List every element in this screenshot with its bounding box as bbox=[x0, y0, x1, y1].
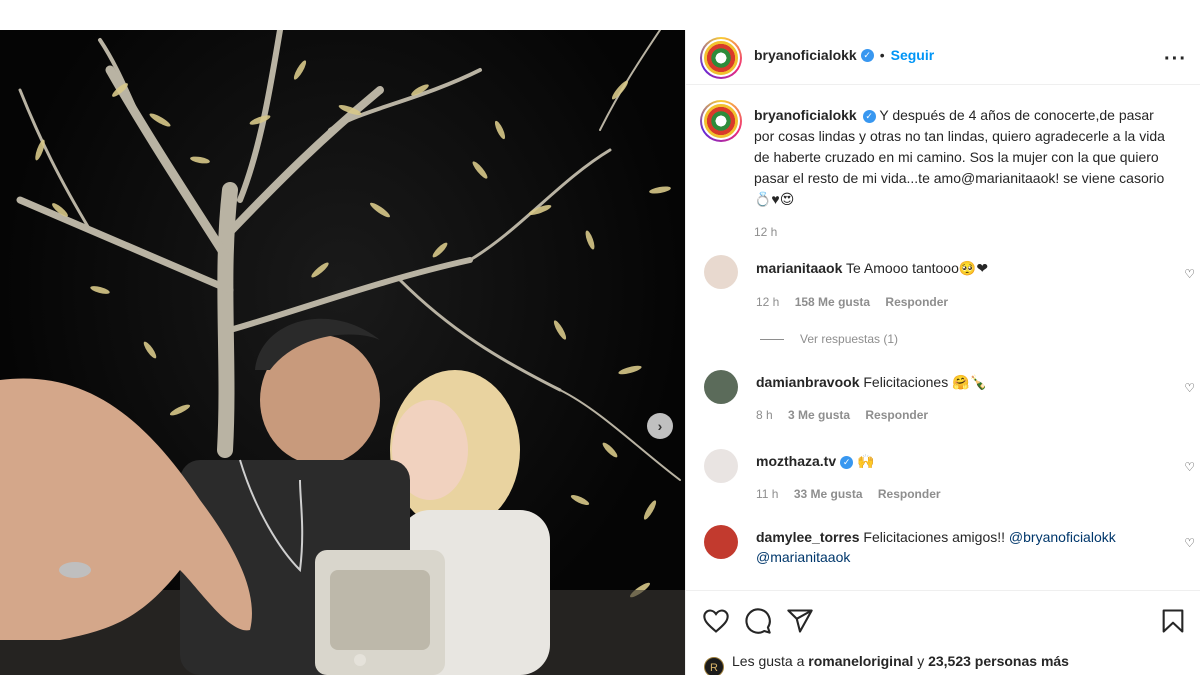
caption-time[interactable]: 12 h bbox=[754, 222, 1174, 243]
share-send-icon[interactable] bbox=[786, 607, 814, 635]
commenter-username[interactable]: mozthaza.tv bbox=[756, 453, 836, 469]
comment-bubble-icon[interactable] bbox=[744, 607, 772, 635]
like-heart-icon[interactable] bbox=[702, 607, 730, 635]
next-photo-button[interactable]: › bbox=[647, 413, 673, 439]
post-photo[interactable]: › bbox=[0, 30, 685, 675]
separator-dot: • bbox=[879, 47, 885, 63]
like-comment-heart-icon[interactable]: ♡ bbox=[1184, 267, 1195, 281]
author-username[interactable]: bryanoficialokk bbox=[754, 47, 857, 63]
commenter-avatar[interactable] bbox=[704, 449, 738, 483]
post-details-panel: bryanoficialokk ✓ • Seguir ··· bryanoficial… bbox=[685, 30, 1200, 675]
commenter-username[interactable]: damylee_torres bbox=[756, 529, 860, 545]
comment-text: Te Amooo tantooo bbox=[846, 260, 959, 276]
comment-text: Felicitaciones bbox=[863, 374, 949, 390]
reply-button[interactable]: Responder bbox=[878, 487, 941, 501]
comment-likes[interactable]: 33 Me gusta bbox=[794, 487, 863, 501]
comment-likes[interactable]: 158 Me gusta bbox=[795, 295, 870, 309]
follow-button[interactable]: Seguir bbox=[891, 47, 935, 63]
verified-badge-icon: ✓ bbox=[840, 455, 854, 469]
caption-username[interactable]: bryanoficialokk bbox=[754, 107, 857, 123]
likes-prefix: Les gusta a bbox=[732, 653, 805, 669]
comment-emojis: 🙌 bbox=[857, 453, 875, 469]
instagram-post-page: › bryanoficialokk ✓ • Seguir ··· bryanofici… bbox=[0, 0, 1200, 675]
likes-summary: R Les gusta a romaneloriginal y 23,523 pe… bbox=[704, 653, 1069, 675]
commenter-username[interactable]: damianbravook bbox=[756, 374, 859, 390]
comment-body: damianbravook Felicitaciones 🤗🍾 bbox=[756, 372, 1156, 392]
liker-avatar[interactable]: R bbox=[704, 657, 724, 675]
reply-button[interactable]: Responder bbox=[885, 295, 948, 309]
comment-emojis: 🥺❤ bbox=[958, 260, 989, 276]
comment-meta: 11 h 33 Me gusta Responder bbox=[756, 487, 953, 501]
more-options-icon[interactable]: ··· bbox=[1164, 48, 1187, 71]
verified-badge-icon: ✓ bbox=[862, 109, 876, 123]
view-replies-label: Ver respuestas (1) bbox=[800, 332, 899, 346]
comment-mention[interactable]: @bryanoficialokk bbox=[1009, 529, 1116, 545]
likes-count[interactable]: 23,523 personas más bbox=[928, 653, 1069, 669]
commenter-avatar[interactable] bbox=[704, 255, 738, 289]
comment-body: mozthaza.tv ✓ 🙌 bbox=[756, 451, 1156, 471]
post-header: bryanoficialokk ✓ • Seguir ··· bbox=[686, 30, 1200, 85]
like-comment-heart-icon[interactable]: ♡ bbox=[1184, 536, 1195, 550]
liker-username[interactable]: romaneloriginal bbox=[808, 653, 913, 669]
like-comment-heart-icon[interactable]: ♡ bbox=[1184, 381, 1195, 395]
like-comment-heart-icon[interactable]: ♡ bbox=[1184, 460, 1195, 474]
comment-time[interactable]: 12 h bbox=[756, 295, 779, 309]
comment-time[interactable]: 11 h bbox=[756, 487, 778, 501]
post-actions-bar: R Les gusta a romaneloriginal y 23,523 pe… bbox=[686, 590, 1200, 675]
caption-emojis: 💍♥😍 bbox=[754, 191, 795, 207]
verified-badge-icon: ✓ bbox=[860, 49, 874, 63]
comment-body: damylee_torres Felicitaciones amigos!! @… bbox=[756, 527, 1156, 567]
comment-text: Felicitaciones amigos!! bbox=[863, 529, 1006, 545]
replies-line bbox=[760, 339, 784, 341]
save-bookmark-icon[interactable] bbox=[1159, 607, 1187, 635]
comment-mention[interactable]: @marianitaaok bbox=[756, 549, 850, 565]
comment-likes[interactable]: 3 Me gusta bbox=[788, 408, 850, 422]
comment-body: marianitaaok Te Amooo tantooo🥺❤ bbox=[756, 258, 1156, 278]
comment-meta: 8 h 3 Me gusta Responder bbox=[756, 408, 940, 422]
reply-button[interactable]: Responder bbox=[865, 408, 928, 422]
caption-author-avatar[interactable] bbox=[700, 100, 742, 142]
photo-illustration bbox=[0, 30, 685, 675]
comment-time[interactable]: 8 h bbox=[756, 408, 773, 422]
post-caption: bryanoficialokk ✓ Y después de 4 años de … bbox=[754, 105, 1174, 243]
comment-meta: 12 h 158 Me gusta Responder bbox=[756, 295, 960, 309]
likes-middle: y bbox=[917, 653, 925, 669]
commenter-username[interactable]: marianitaaok bbox=[756, 260, 842, 276]
commenter-avatar[interactable] bbox=[704, 370, 738, 404]
author-avatar[interactable] bbox=[700, 37, 742, 79]
comment-emojis: 🤗🍾 bbox=[952, 374, 987, 390]
view-replies-button[interactable]: Ver respuestas (1) bbox=[760, 332, 898, 346]
commenter-avatar[interactable] bbox=[704, 525, 738, 559]
